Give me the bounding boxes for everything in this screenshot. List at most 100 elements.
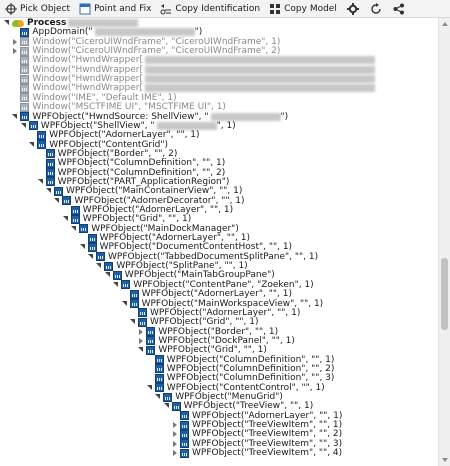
redacted-text: [144, 75, 375, 84]
object-node-icon: [138, 317, 147, 327]
object-node-icon: [20, 112, 30, 121]
object-node-icon: [180, 448, 189, 458]
object-node-icon: [171, 401, 181, 411]
share-icon: [393, 3, 405, 15]
scroll-down-icon[interactable]: [442, 458, 448, 462]
settings-button[interactable]: [342, 0, 364, 17]
window-node-icon: [20, 65, 30, 75]
object-node-icon: [45, 158, 55, 168]
collapse-arrow-icon[interactable]: [112, 280, 120, 290]
share-button[interactable]: [388, 0, 410, 17]
process-icon: [12, 19, 24, 28]
object-node-icon: [45, 168, 55, 178]
object-node-icon: [45, 177, 55, 187]
redacted-text: [210, 112, 281, 121]
object-node-icon: [87, 233, 97, 243]
collapse-arrow-icon[interactable]: [62, 214, 70, 224]
collapse-arrow-icon[interactable]: [87, 252, 95, 262]
object-node-icon: [180, 429, 189, 439]
window-icon: [79, 3, 91, 15]
object-node-icon: [129, 299, 139, 308]
scroll-up-icon[interactable]: [442, 22, 448, 26]
point-and-fix-button[interactable]: Point and Fix: [75, 0, 155, 17]
object-node-icon: [163, 392, 173, 402]
window-node-icon: [20, 46, 30, 56]
redacted-text: [94, 28, 195, 37]
object-node-icon: [20, 27, 30, 37]
object-node-icon: [54, 186, 63, 196]
collapse-arrow-icon[interactable]: [3, 18, 11, 28]
copy-identification-button[interactable]: Copy Identification: [156, 0, 264, 17]
object-node-icon: [37, 130, 47, 140]
object-node-icon: [45, 149, 55, 159]
collapse-arrow-icon[interactable]: [70, 224, 78, 234]
object-node-icon: [154, 364, 164, 374]
window-node-icon: [20, 93, 30, 103]
redacted-text: [144, 56, 375, 65]
collapse-arrow-icon[interactable]: [20, 121, 28, 131]
object-node-icon: [146, 327, 156, 337]
window-node-icon: [20, 83, 30, 93]
copy-model-label: Copy Model: [284, 3, 337, 14]
collapse-arrow-icon[interactable]: [137, 345, 145, 355]
object-node-icon: [154, 383, 164, 393]
expand-arrow-icon[interactable]: [171, 448, 179, 458]
collapse-arrow-icon[interactable]: [163, 401, 171, 411]
tree-row[interactable]: WPFObject("TreeViewItem", "", 4): [171, 448, 342, 458]
object-node-icon: [96, 252, 105, 262]
refresh-button[interactable]: [365, 0, 387, 17]
tree-row-label: WPFObject("TreeViewItem", "", 4): [192, 448, 343, 459]
collapse-arrow-icon[interactable]: [121, 299, 129, 309]
object-node-icon: [180, 411, 189, 421]
object-node-icon: [112, 270, 122, 280]
object-node-icon: [104, 261, 114, 271]
pick-object-label: Pick Object: [20, 3, 71, 14]
object-node-icon: [37, 140, 47, 150]
point-and-fix-label: Point and Fix: [94, 3, 152, 14]
collapse-arrow-icon[interactable]: [104, 270, 112, 280]
object-node-icon: [70, 205, 80, 215]
tree-row-suffix: "): [280, 111, 289, 122]
window-node-icon: [20, 55, 30, 65]
redacted-text: [156, 121, 217, 130]
gear-icon: [346, 2, 359, 15]
collapse-arrow-icon[interactable]: [45, 186, 53, 196]
scroll-thumb[interactable]: [441, 258, 448, 330]
collapse-arrow-icon[interactable]: [129, 317, 137, 327]
object-node-icon: [154, 373, 164, 383]
object-node-icon: [28, 121, 38, 131]
object-node-icon: [146, 345, 156, 355]
collapse-arrow-icon[interactable]: [95, 261, 103, 271]
copy-model-icon: [269, 3, 281, 15]
object-node-icon: [129, 289, 139, 299]
collapse-arrow-icon[interactable]: [28, 140, 36, 150]
object-node-icon: [180, 439, 189, 449]
collapse-arrow-icon[interactable]: [37, 177, 45, 187]
copy-identification-label: Copy Identification: [175, 3, 261, 14]
object-node-icon: [146, 336, 156, 346]
tree-row-suffix: ", 1): [216, 120, 236, 131]
redacted-text: [144, 65, 375, 74]
window-node-icon: [20, 74, 30, 84]
copy-model-button[interactable]: Copy Model: [265, 0, 341, 17]
copy-identification-icon: [160, 3, 172, 15]
object-node-icon: [87, 242, 97, 252]
collapse-arrow-icon[interactable]: [154, 392, 162, 402]
window-node-icon: [20, 37, 30, 47]
object-node-icon: [180, 420, 189, 430]
collapse-arrow-icon[interactable]: [53, 196, 61, 206]
pick-object-button[interactable]: Pick Object: [1, 0, 74, 17]
collapse-arrow-icon[interactable]: [79, 242, 87, 252]
object-node-icon: [154, 355, 164, 365]
object-tree[interactable]: Process AppDomain(" ") Window("CiceroUIWndF…: [0, 18, 438, 466]
collapse-arrow-icon[interactable]: [146, 383, 154, 393]
vertical-scrollbar[interactable]: [438, 18, 450, 466]
object-node-icon: [121, 280, 131, 290]
collapse-arrow-icon[interactable]: [11, 112, 19, 122]
object-node-icon: [70, 214, 80, 224]
refresh-icon: [370, 2, 382, 15]
toolbar: Pick Object Point and Fix Copy Identific…: [0, 0, 450, 18]
object-node-icon: [138, 308, 147, 318]
redacted-text: [68, 19, 139, 27]
crosshair-icon: [5, 2, 17, 15]
